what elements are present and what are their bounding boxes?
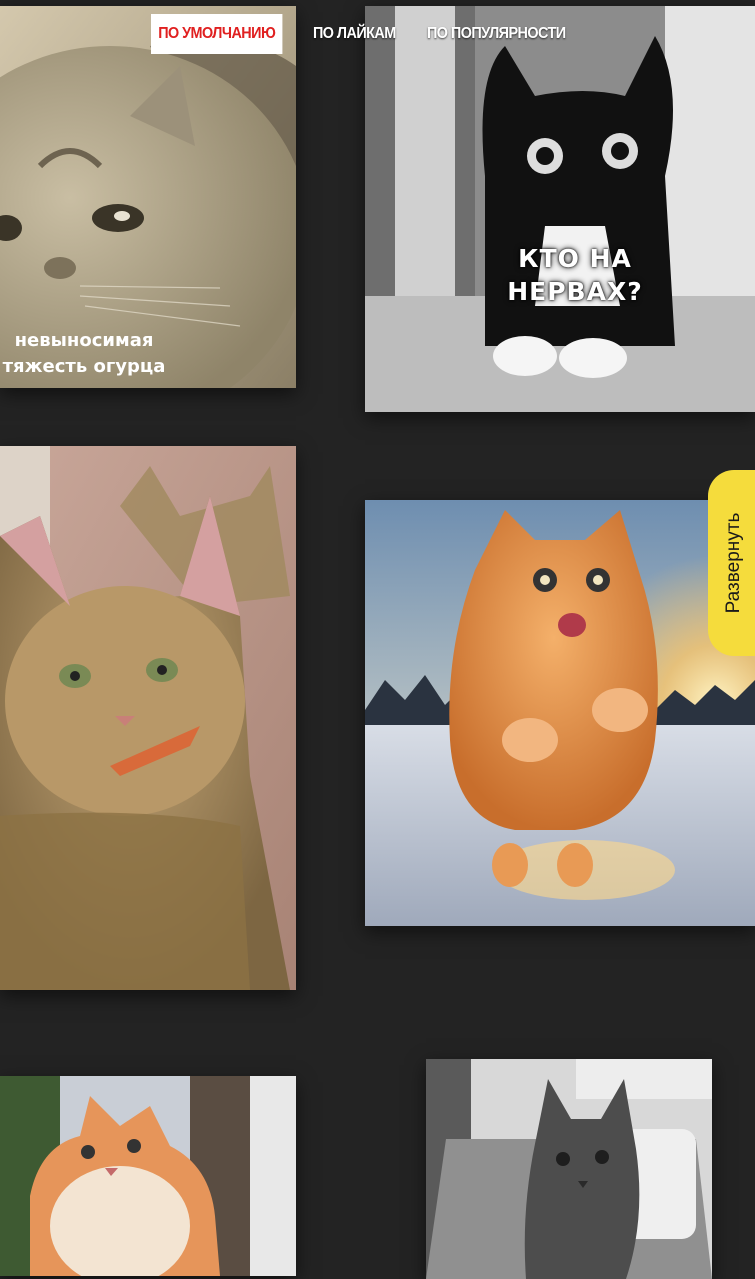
- card-1-caption-line1: невыносимая: [14, 330, 154, 351]
- meme-card-sad-cat[interactable]: невыносимая тяжесть огурца: [0, 6, 296, 388]
- card-1-caption: невыносимая тяжесть огурца: [0, 328, 168, 380]
- meme-card-nervous-cat[interactable]: КТО НА НЕРВАХ?: [365, 6, 755, 412]
- sort-bar: ПО УМОЛЧАНИЮ ПО ЛАЙКАМ ПО ПОПУЛЯРНОСТИ: [151, 12, 603, 56]
- cat-photo-card-fluffy-orange[interactable]: [0, 1076, 296, 1276]
- cat-photo-card-snow-orange[interactable]: [365, 500, 755, 926]
- sort-popularity-button[interactable]: ПО ПОПУЛЯРНОСТИ: [427, 14, 566, 54]
- sort-likes-button[interactable]: ПО ЛАЙКАМ: [313, 14, 396, 54]
- tabby-cat-image: [0, 446, 296, 990]
- expand-label: Развернуть: [723, 512, 744, 614]
- cat-photo-card-gray[interactable]: [426, 1059, 712, 1279]
- cat-photo-card-tabby[interactable]: [0, 446, 296, 990]
- card-2-caption-line2: НЕРВАХ?: [507, 277, 643, 306]
- fluffy-orange-cat-image: [0, 1076, 296, 1276]
- card-2-caption-line1: КТО НА: [518, 244, 632, 273]
- orange-cat-snow-image: [365, 500, 755, 926]
- card-1-caption-line2: тяжесть огурца: [2, 356, 166, 377]
- gray-cat-image: [426, 1059, 712, 1279]
- card-2-caption: КТО НА НЕРВАХ?: [485, 242, 665, 308]
- expand-tab[interactable]: Развернуть: [708, 470, 755, 656]
- sort-default-button[interactable]: ПО УМОЛЧАНИЮ: [151, 14, 283, 54]
- nervous-cat-image: [365, 6, 755, 412]
